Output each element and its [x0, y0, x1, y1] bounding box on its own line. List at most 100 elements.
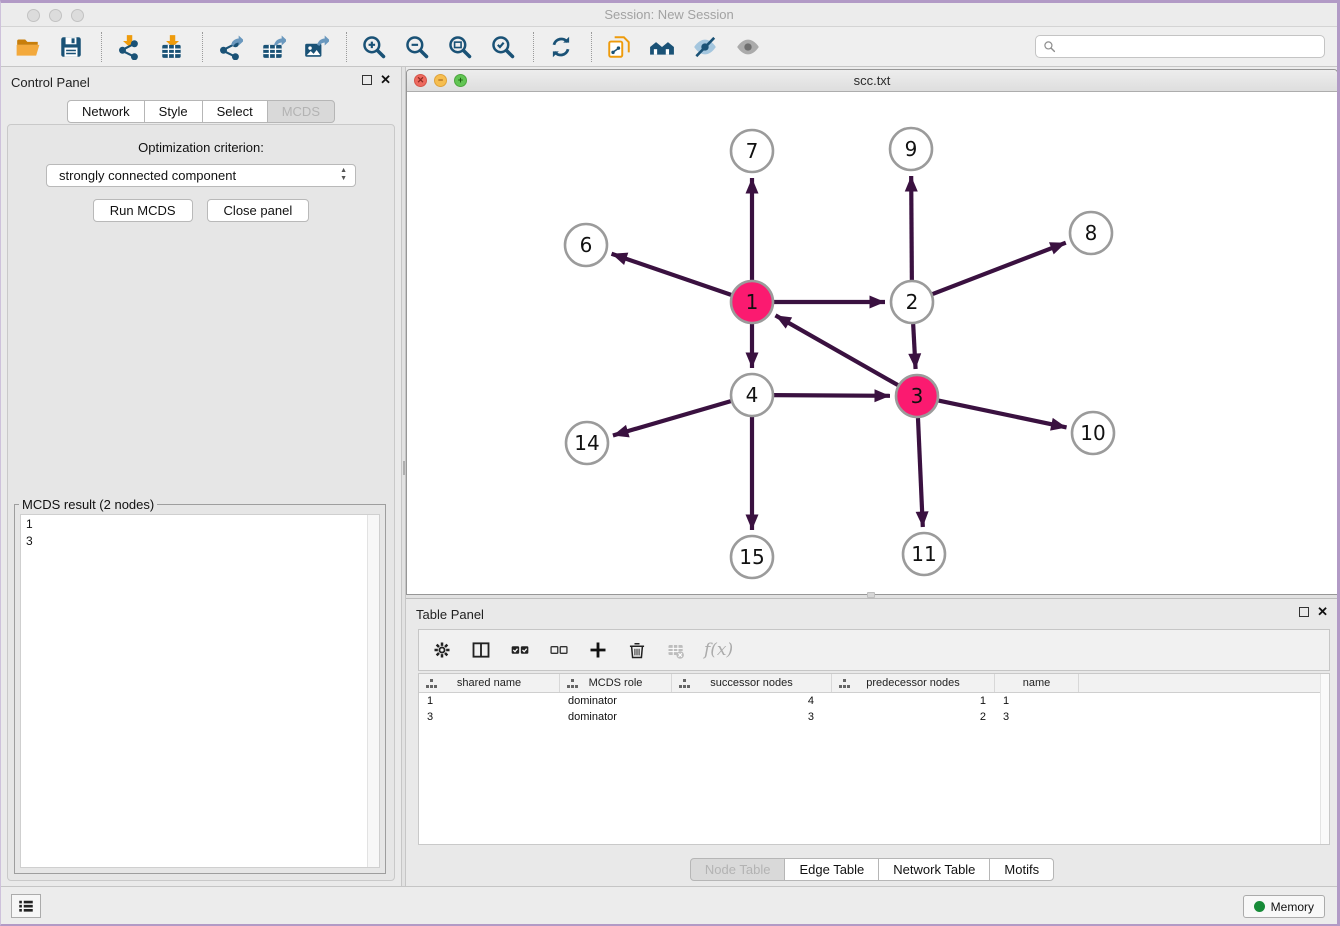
close-panel-button[interactable]: Close panel [207, 199, 310, 222]
table-row[interactable]: 1dominator411 [419, 693, 1329, 709]
zoom-in-icon [361, 34, 387, 60]
result-item[interactable]: 1 [21, 515, 379, 532]
zoom-selected-button[interactable] [488, 32, 518, 62]
table-cell[interactable]: 3 [672, 709, 832, 725]
delete-column-button[interactable] [626, 639, 648, 661]
zoom-out-icon [404, 34, 430, 60]
search-input[interactable] [1061, 40, 1324, 54]
graph-edge-4-3[interactable] [774, 395, 890, 396]
table-cell[interactable]: 1 [419, 693, 560, 709]
deselect-all-icon [549, 640, 569, 660]
zoom-in-button[interactable] [359, 32, 389, 62]
zoom-out-button[interactable] [402, 32, 432, 62]
table-cell[interactable]: dominator [560, 693, 672, 709]
table-row[interactable]: 3dominator323 [419, 709, 1329, 725]
network-zoom-icon[interactable]: + [454, 74, 467, 87]
column-header-MCDS-role[interactable]: MCDS role [560, 674, 672, 692]
tab-network[interactable]: Network [67, 100, 145, 123]
column-header-predecessor-nodes[interactable]: predecessor nodes [832, 674, 995, 692]
graph-node-10[interactable]: 10 [1072, 412, 1114, 454]
table-scrollbar[interactable] [1320, 674, 1329, 844]
minimize-window-icon[interactable] [49, 9, 62, 22]
add-column-button[interactable] [587, 639, 609, 661]
tab-select[interactable]: Select [202, 100, 268, 123]
graph-edge-2-9[interactable] [911, 176, 912, 280]
maximize-window-icon[interactable] [71, 9, 84, 22]
graph-node-9[interactable]: 9 [890, 128, 932, 170]
deselect-all-button[interactable] [548, 639, 570, 661]
graph-node-6[interactable]: 6 [565, 224, 607, 266]
export-network-button[interactable] [215, 32, 245, 62]
task-history-button[interactable] [11, 894, 41, 918]
close-panel-icon[interactable]: ✕ [380, 74, 391, 86]
graph-edge-4-14[interactable] [613, 401, 731, 435]
tab-node-table[interactable]: Node Table [690, 858, 786, 881]
import-network-button[interactable] [114, 32, 144, 62]
tab-network-table[interactable]: Network Table [878, 858, 990, 881]
graph-node-8[interactable]: 8 [1070, 212, 1112, 254]
network-minimize-icon[interactable]: − [434, 74, 447, 87]
result-scrollbar[interactable] [367, 515, 379, 867]
close-panel-icon[interactable]: ✕ [1317, 606, 1328, 618]
optimization-criterion-select[interactable]: strongly connected component ▲▼ [46, 164, 356, 187]
network-window-titlebar[interactable]: ✕ − + scc.txt [407, 70, 1337, 92]
graph-node-15[interactable]: 15 [731, 536, 773, 578]
graph-edge-2-8[interactable] [933, 243, 1066, 294]
save-button[interactable] [56, 32, 86, 62]
select-all-button[interactable] [509, 639, 531, 661]
table-cell[interactable]: 2 [832, 709, 995, 725]
zoom-fit-button[interactable] [445, 32, 475, 62]
float-panel-icon[interactable] [362, 75, 372, 85]
graph-edge-3-1[interactable] [775, 315, 897, 385]
graph-node-3[interactable]: 3 [896, 375, 938, 417]
open-folder-icon [15, 34, 41, 60]
result-item[interactable]: 3 [21, 532, 379, 549]
tab-mcds[interactable]: MCDS [267, 100, 335, 123]
tab-edge-table[interactable]: Edge Table [784, 858, 879, 881]
splitter-grip[interactable] [403, 461, 405, 475]
run-mcds-button[interactable]: Run MCDS [93, 199, 193, 222]
graph-edge-3-10[interactable] [939, 401, 1067, 428]
close-window-icon[interactable] [27, 9, 40, 22]
import-table-button[interactable] [157, 32, 187, 62]
table-cell[interactable]: 4 [672, 693, 832, 709]
first-neighbors-button[interactable] [647, 32, 677, 62]
graph-node-7[interactable]: 7 [731, 130, 773, 172]
hide-selected-button[interactable] [690, 32, 720, 62]
duplicate-network-button[interactable] [604, 32, 634, 62]
export-image-button[interactable] [301, 32, 331, 62]
graph-node-14[interactable]: 14 [566, 422, 608, 464]
column-button[interactable] [470, 639, 492, 661]
network-close-icon[interactable]: ✕ [414, 74, 427, 87]
mcds-result-list[interactable]: 13 [20, 514, 380, 868]
graph-edge-3-11[interactable] [918, 418, 923, 527]
graph-node-11[interactable]: 11 [903, 533, 945, 575]
graph-node-2[interactable]: 2 [891, 281, 933, 323]
table-cell[interactable]: 1 [995, 693, 1079, 709]
refresh-button[interactable] [546, 32, 576, 62]
graph-edge-2-3[interactable] [913, 324, 915, 369]
graph-node-4[interactable]: 4 [731, 374, 773, 416]
table-panel-tabs: Node TableEdge TableNetwork TableMotifs [406, 858, 1338, 881]
memory-button[interactable]: Memory [1243, 895, 1325, 918]
table-cell[interactable]: 3 [419, 709, 560, 725]
node-label: 7 [746, 139, 759, 163]
export-table-button[interactable] [258, 32, 288, 62]
tab-style[interactable]: Style [144, 100, 203, 123]
search-field[interactable] [1035, 35, 1325, 58]
show-all-button[interactable] [733, 32, 763, 62]
gear-button[interactable] [431, 639, 453, 661]
table-cell[interactable]: dominator [560, 709, 672, 725]
table-cell[interactable]: 3 [995, 709, 1079, 725]
network-canvas-svg[interactable]: 1 2 3 4 6 7 8 9 10 11 14 15 [407, 92, 1337, 594]
column-header-name[interactable]: name [995, 674, 1079, 692]
table-cell[interactable]: 1 [832, 693, 995, 709]
tab-motifs[interactable]: Motifs [989, 858, 1054, 881]
node-table[interactable]: shared nameMCDS rolesuccessor nodesprede… [418, 673, 1330, 845]
graph-node-1[interactable]: 1 [731, 281, 773, 323]
graph-edge-1-6[interactable] [612, 254, 732, 295]
column-header-successor-nodes[interactable]: successor nodes [672, 674, 832, 692]
open-folder-button[interactable] [13, 32, 43, 62]
float-panel-icon[interactable] [1299, 607, 1309, 617]
column-header-shared-name[interactable]: shared name [419, 674, 560, 692]
